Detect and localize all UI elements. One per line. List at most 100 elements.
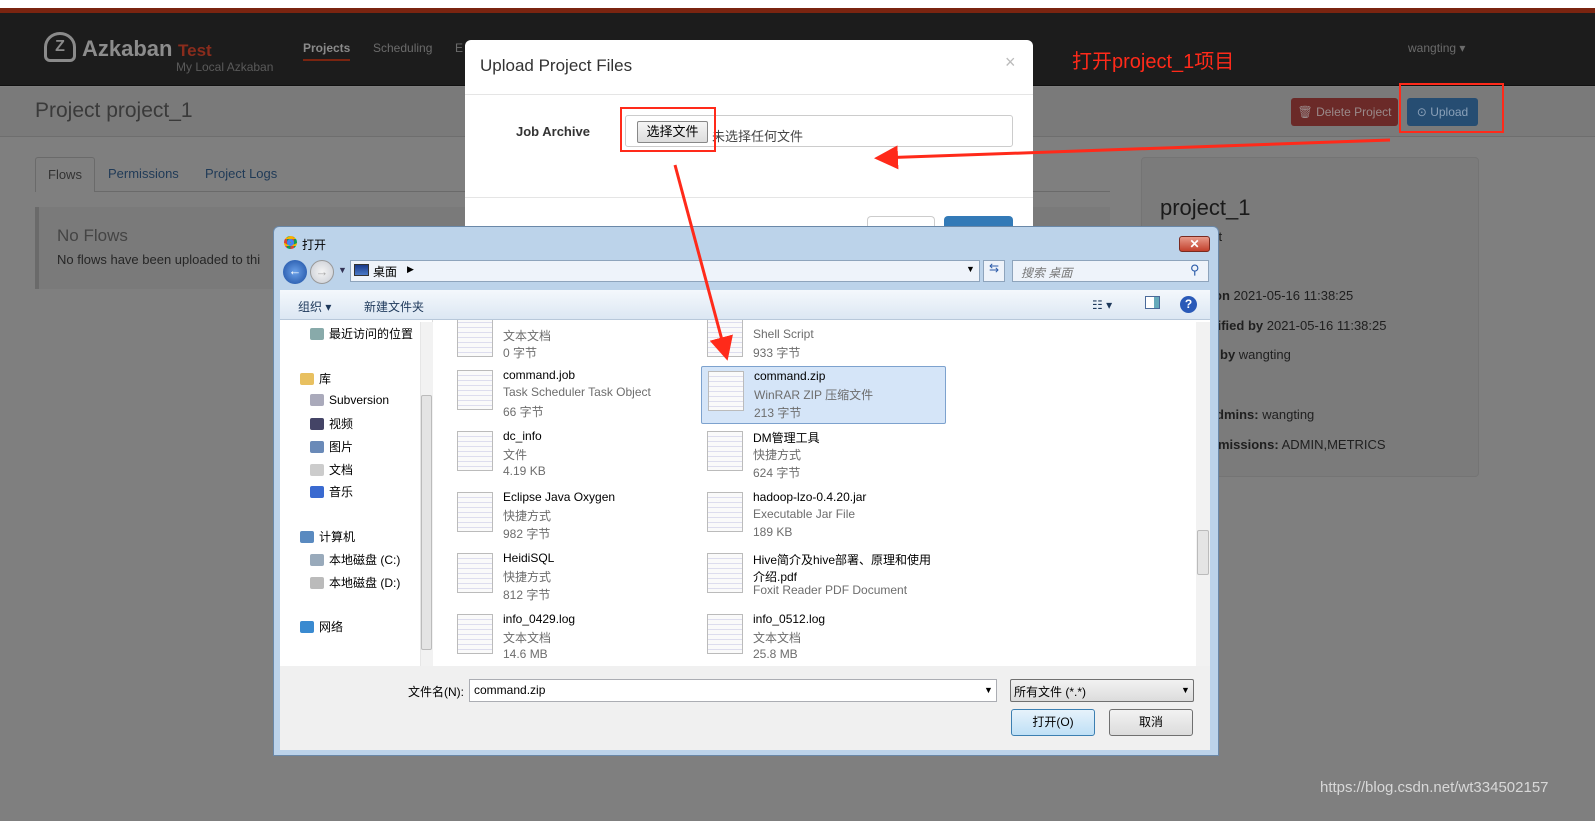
file-icon <box>457 431 493 471</box>
nav-scheduling[interactable]: Scheduling <box>373 41 432 55</box>
tab-project-logs[interactable]: Project Logs <box>193 157 289 192</box>
file-item[interactable]: Hive简介及hive部署、原理和使用介绍.pdf Foxit Reader P… <box>701 549 946 607</box>
nav-item-icon <box>310 418 324 430</box>
file-type: WinRAR ZIP 压缩文件 <box>754 388 874 402</box>
file-item[interactable]: command.zip WinRAR ZIP 压缩文件 213 字节 <box>701 366 946 424</box>
info-created: on 2021-05-16 11:38:25 <box>1214 288 1353 303</box>
file-item[interactable]: dc_info 文件 4.19 KB <box>451 427 696 485</box>
refresh-icon[interactable]: ⇆ <box>983 260 1005 282</box>
preview-pane-icon[interactable] <box>1145 296 1160 309</box>
file-name: Eclipse Java Oxygen <box>503 490 616 504</box>
file-item[interactable]: DM管理工具 快捷方式 624 字节 <box>701 427 946 485</box>
nav-item[interactable]: Subversion <box>310 393 389 407</box>
forward-arrow-icon[interactable]: → <box>310 260 334 284</box>
file-name: info_0512.log <box>753 612 826 626</box>
nav-item-label: 图片 <box>329 440 354 454</box>
nav-scroll-thumb[interactable] <box>421 395 432 650</box>
back-arrow-icon[interactable]: ← <box>283 260 307 284</box>
file-item[interactable]: Shell Script 933 字节 <box>701 320 946 371</box>
history-dropdown-icon[interactable]: ▼ <box>338 265 347 275</box>
file-item[interactable]: info_0429.log 文本文档 14.6 MB <box>451 610 696 668</box>
trash-icon: 🗑 <box>1297 105 1313 119</box>
file-type: 快捷方式 <box>503 570 552 584</box>
file-item[interactable]: HeidiSQL 快捷方式 812 字节 <box>451 549 696 607</box>
file-type: Task Scheduler Task Object <box>503 385 651 399</box>
file-name: command.job <box>503 368 576 382</box>
info-modified-by: by wangting <box>1220 347 1291 362</box>
nav-item[interactable]: 音乐 <box>310 483 353 500</box>
file-type: Shell Script <box>753 327 814 341</box>
filename-input[interactable]: command.zip <box>469 679 997 702</box>
tab-permissions[interactable]: Permissions <box>96 157 191 192</box>
file-item[interactable]: hadoop-lzo-0.4.20.jar Executable Jar Fil… <box>701 488 946 546</box>
nav-item-label: 库 <box>319 372 332 386</box>
address-dropdown-icon[interactable]: ▼ <box>966 264 975 274</box>
nav-item[interactable]: 视频 <box>310 415 353 432</box>
file-name: DM管理工具 <box>753 431 820 445</box>
filename-dropdown-icon[interactable]: ▼ <box>984 685 993 695</box>
nav-item-label: 视频 <box>329 417 354 431</box>
nav-executing[interactable]: E <box>455 41 463 55</box>
filetype-dropdown-icon[interactable]: ▼ <box>1181 685 1190 695</box>
list-scroll-thumb[interactable] <box>1197 530 1209 575</box>
nav-item[interactable]: 计算机 <box>300 528 355 545</box>
file-icon <box>707 320 743 357</box>
file-name: HeidiSQL <box>503 551 555 565</box>
nav-item-label: 网络 <box>319 620 344 634</box>
file-type: 文件 <box>503 448 528 462</box>
nav-item[interactable]: 图片 <box>310 438 353 455</box>
info-modified: lified by 2021-05-16 11:38:25 <box>1214 318 1387 333</box>
address-desktop[interactable]: 桌面 <box>373 263 397 280</box>
file-item[interactable]: 文本文档 0 字节 <box>451 320 696 371</box>
file-size: 0 字节 <box>503 346 538 360</box>
user-menu[interactable]: wangting ▾ <box>1408 41 1465 55</box>
project-name: project_1 <box>1160 195 1251 220</box>
highlight-box <box>1399 83 1504 133</box>
file-icon <box>457 320 493 357</box>
file-name: hadoop-lzo-0.4.20.jar <box>753 490 867 504</box>
open-button[interactable]: 打开(O) <box>1011 709 1095 736</box>
cancel-button[interactable]: 取消 <box>1109 709 1193 736</box>
annotation-text: 打开project_1项目 <box>1072 51 1235 73</box>
nav-item[interactable]: 最近访问的位置 <box>310 325 413 342</box>
file-name: command.zip <box>754 369 826 383</box>
azkaban-logo-icon[interactable]: Z <box>44 32 76 62</box>
delete-label: Delete Project <box>1316 105 1392 119</box>
list-scrollbar[interactable] <box>1196 322 1210 666</box>
view-options-icon[interactable]: ☷ ▾ <box>1092 298 1112 312</box>
nav-item-label: 本地磁盘 (C:) <box>329 553 401 567</box>
page-title: Project project_1 <box>35 99 193 122</box>
delete-project-button[interactable]: 🗑 Delete Project <box>1291 98 1398 126</box>
search-icon[interactable]: ⚲ <box>1190 262 1200 278</box>
nav-item[interactable]: 本地磁盘 (C:) <box>310 551 400 568</box>
file-icon <box>707 431 743 471</box>
file-item[interactable]: Eclipse Java Oxygen 快捷方式 982 字节 <box>451 488 696 546</box>
nav-item-icon <box>310 486 324 498</box>
breadcrumb-arrow-icon[interactable]: ▶ <box>407 264 414 275</box>
nav-item[interactable]: 网络 <box>300 618 343 635</box>
modal-close-button[interactable]: × <box>1005 52 1016 73</box>
nav-item[interactable]: 本地磁盘 (D:) <box>310 574 400 591</box>
info-value: wangting <box>1258 407 1315 422</box>
nav-item[interactable]: 库 <box>300 370 331 387</box>
nav-item-icon <box>310 577 324 589</box>
help-icon[interactable]: ? <box>1180 296 1197 313</box>
new-folder-button[interactable]: 新建文件夹 <box>364 298 424 315</box>
nav-item-label: 文档 <box>329 463 354 477</box>
brand-name[interactable]: Azkaban <box>82 36 172 62</box>
search-input[interactable]: 搜索 桌面 <box>1012 260 1209 282</box>
file-icon <box>707 492 743 532</box>
file-item[interactable]: command.job Task Scheduler Task Object 6… <box>451 366 696 424</box>
tab-flows[interactable]: Flows <box>35 157 95 192</box>
file-type: 快捷方式 <box>503 509 552 523</box>
file-size: 25.8 MB <box>753 647 798 661</box>
address-bar[interactable] <box>350 260 980 282</box>
nav-projects[interactable]: Projects <box>303 41 351 61</box>
file-icon <box>457 614 493 654</box>
file-item[interactable]: info_0512.log 文本文档 25.8 MB <box>701 610 946 668</box>
filetype-select[interactable]: 所有文件 (*.*) <box>1010 679 1194 702</box>
dialog-close-button[interactable]: ✕ <box>1179 236 1210 252</box>
nav-item-label: 音乐 <box>329 485 354 499</box>
organize-menu[interactable]: 组织 ▾ <box>298 298 331 315</box>
nav-item[interactable]: 文档 <box>310 461 353 478</box>
